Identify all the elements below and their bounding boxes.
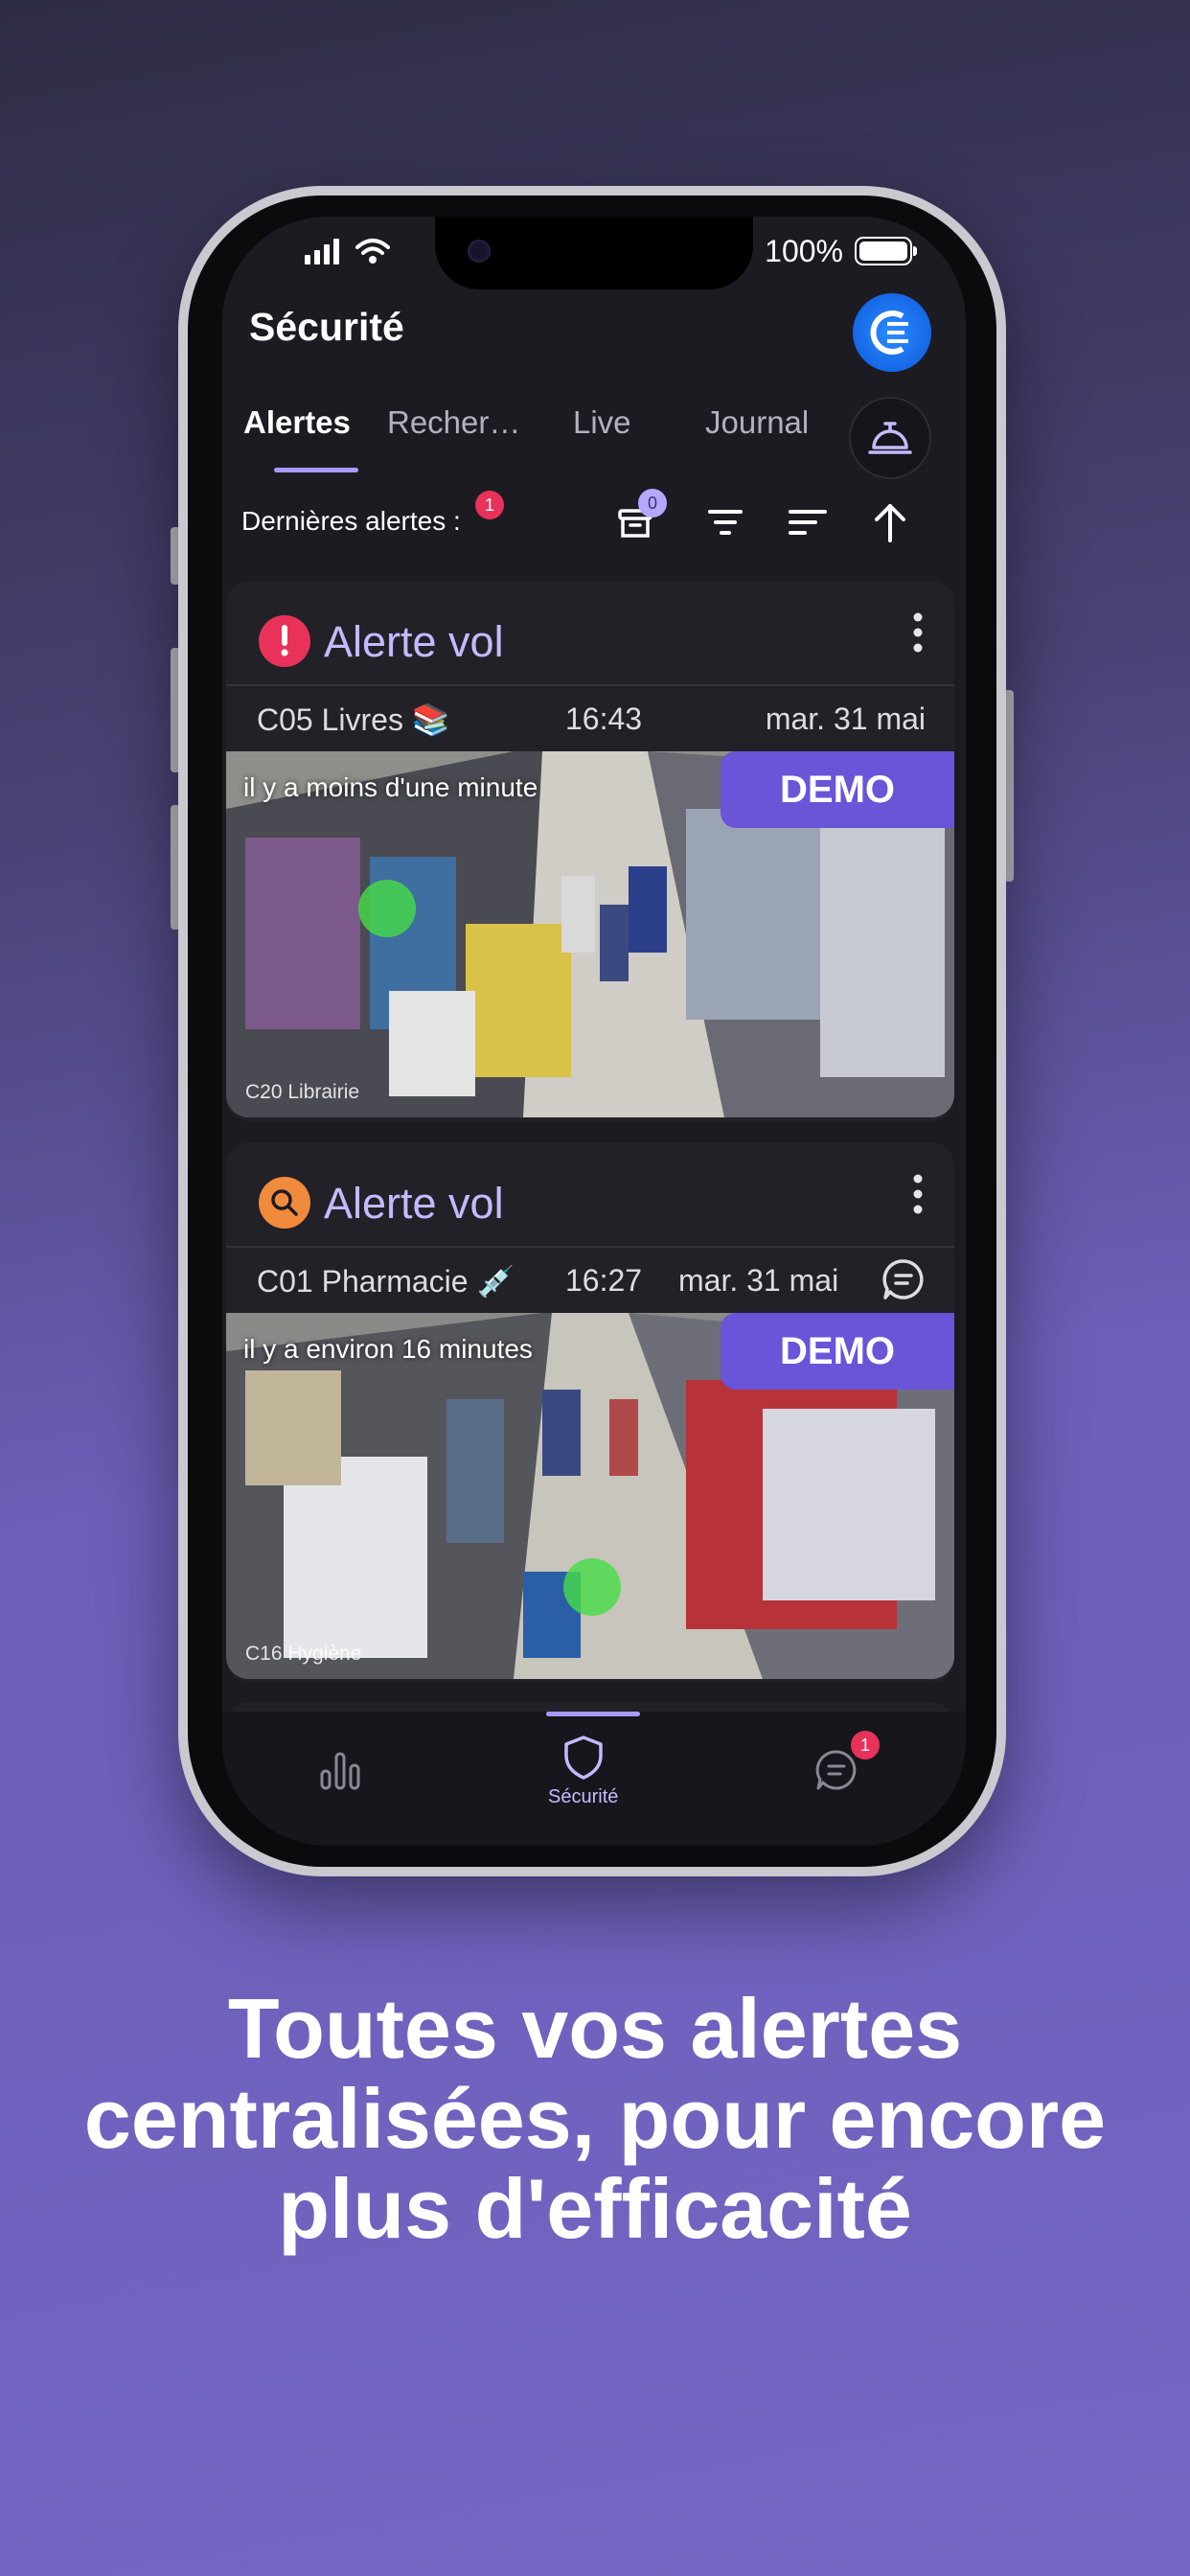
magnifier-icon bbox=[259, 1177, 310, 1229]
arrow-up-icon bbox=[875, 504, 905, 542]
more-vertical-icon[interactable] bbox=[908, 1173, 927, 1215]
alert-card[interactable]: Alerte vol C01 Pharmacie 💉 16:27 mar. 31… bbox=[226, 1142, 954, 1683]
concierge-bell-icon bbox=[868, 422, 912, 454]
nav-security-label: Sécurité bbox=[548, 1786, 619, 1807]
bar-chart-icon bbox=[320, 1752, 360, 1790]
camera-name: C01 Pharmacie 💉 bbox=[257, 1264, 515, 1299]
latest-alerts-label: Dernières alertes : bbox=[241, 506, 461, 536]
tab-recherche[interactable]: Recher… bbox=[387, 404, 520, 441]
video-camera-label: C20 Librairie bbox=[245, 1081, 360, 1103]
nav-security[interactable]: Sécurité bbox=[548, 1735, 618, 1808]
nav-messages[interactable] bbox=[814, 1748, 858, 1792]
battery-percent: 100% bbox=[765, 233, 843, 268]
marketing-headline: Toutes vos alertes centralisées, pour en… bbox=[83, 1981, 1107, 2256]
video-thumbnail[interactable]: il y a moins d'une minute DEMO C20 Libra… bbox=[226, 751, 954, 1117]
filter-icon bbox=[708, 510, 743, 535]
status-bar-left bbox=[305, 230, 391, 272]
alert-time: 16:43 bbox=[565, 702, 643, 736]
exclamation-icon bbox=[259, 615, 310, 667]
brand-logo-icon[interactable] bbox=[853, 293, 931, 372]
page-title: Sécurité bbox=[249, 305, 404, 349]
status-bar-right: 100% bbox=[765, 230, 917, 272]
chat-icon bbox=[815, 1750, 857, 1790]
messages-badge: 1 bbox=[851, 1731, 880, 1760]
alert-card-header: Alerte vol bbox=[226, 1142, 954, 1246]
more-vertical-icon[interactable] bbox=[908, 611, 927, 654]
front-camera bbox=[468, 240, 491, 263]
phone-screen: 100% Sécurité Alertes Recher… Live Journ… bbox=[222, 217, 966, 1846]
battery-icon bbox=[855, 237, 917, 265]
detection-marker bbox=[358, 880, 416, 937]
active-tab-indicator bbox=[274, 468, 358, 472]
comment-icon[interactable] bbox=[881, 1257, 926, 1301]
sort-button[interactable] bbox=[784, 498, 832, 546]
alert-card[interactable]: Alerte vol C05 Livres 📚 16:43 mar. 31 ma… bbox=[226, 581, 954, 1121]
alert-date: mar. 31 mai bbox=[678, 1263, 839, 1298]
alert-title: Alerte vol bbox=[324, 1179, 504, 1228]
tab-journal[interactable]: Journal bbox=[705, 404, 809, 441]
tab-alertes[interactable]: Alertes bbox=[243, 404, 351, 441]
demo-badge: DEMO bbox=[721, 1313, 954, 1390]
nav-stats[interactable] bbox=[318, 1748, 362, 1792]
bottom-nav: Sécurité 1 bbox=[222, 1712, 966, 1846]
active-nav-indicator bbox=[546, 1712, 640, 1716]
alert-title: Alerte vol bbox=[324, 617, 504, 666]
archive-count-badge: 0 bbox=[638, 489, 667, 518]
alert-time: 16:27 bbox=[565, 1263, 643, 1298]
alert-meta-row: C05 Livres 📚 16:43 mar. 31 mai bbox=[226, 684, 954, 751]
tab-live[interactable]: Live bbox=[573, 404, 631, 441]
detection-marker bbox=[563, 1558, 621, 1616]
filter-button[interactable] bbox=[701, 498, 749, 546]
notch bbox=[435, 217, 753, 289]
alert-meta-row: C01 Pharmacie 💉 16:27 mar. 31 mai bbox=[226, 1246, 954, 1313]
sort-direction-button[interactable] bbox=[866, 498, 914, 546]
demo-badge: DEMO bbox=[721, 751, 954, 828]
sort-icon bbox=[789, 510, 827, 535]
video-camera-label: C16 Hygiène bbox=[245, 1643, 362, 1665]
alerts-count-badge: 1 bbox=[475, 491, 504, 519]
video-thumbnail[interactable]: il y a environ 16 minutes DEMO C16 Hygiè… bbox=[226, 1313, 954, 1679]
concierge-bell-button[interactable] bbox=[849, 397, 931, 479]
relative-time: il y a environ 16 minutes bbox=[243, 1334, 533, 1364]
camera-name: C05 Livres 📚 bbox=[257, 702, 450, 737]
alert-date: mar. 31 mai bbox=[765, 702, 926, 736]
relative-time: il y a moins d'une minute bbox=[243, 772, 538, 802]
shield-icon bbox=[563, 1736, 603, 1780]
signal-icon bbox=[305, 239, 339, 264]
wifi-icon bbox=[355, 239, 390, 264]
alert-card-header: Alerte vol bbox=[226, 581, 954, 684]
